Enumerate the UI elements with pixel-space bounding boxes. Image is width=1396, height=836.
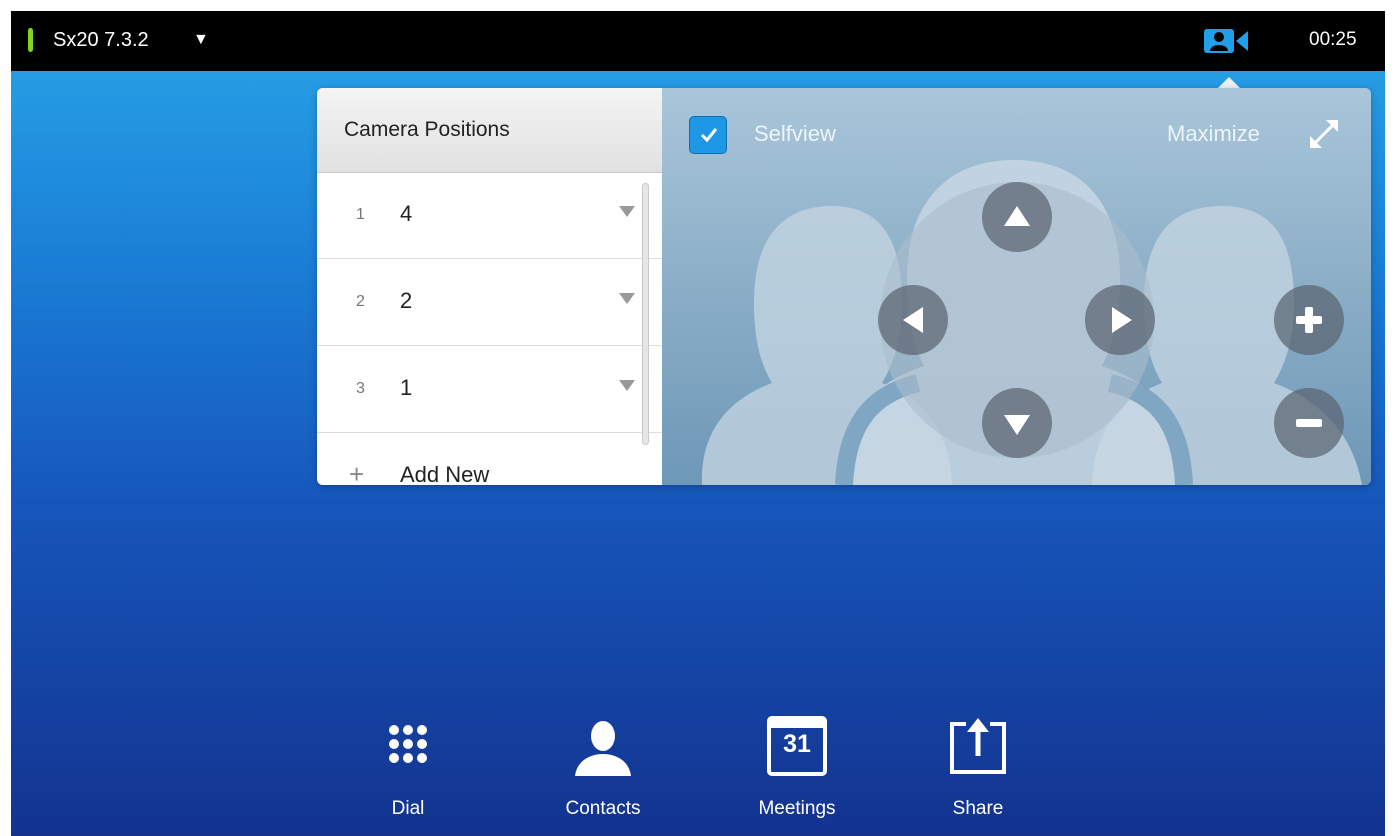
selfview-label[interactable]: Selfview: [754, 121, 836, 147]
up-arrow-icon: [1004, 206, 1030, 226]
preset-row-1[interactable]: 1 4: [317, 172, 662, 259]
dial-label: Dial: [391, 798, 425, 819]
zoom-out-button[interactable]: [1274, 388, 1344, 458]
pan-left-button[interactable]: [878, 285, 948, 355]
device-name[interactable]: Sx20 7.3.2: [53, 29, 149, 52]
maximize-icon[interactable]: [1304, 114, 1344, 154]
status-bar: Sx20 7.3.2 ▼ 00:25: [11, 11, 1385, 71]
contacts-label: Contacts: [565, 798, 641, 819]
share-icon: [950, 718, 1006, 774]
device-menu-caret-icon[interactable]: ▼: [193, 31, 209, 49]
preset-row-3[interactable]: 3 1: [317, 346, 662, 433]
preset-label[interactable]: 4: [400, 201, 412, 227]
preset-label[interactable]: 2: [400, 288, 412, 314]
camera-positions-header: Camera Positions: [317, 88, 662, 173]
meetings-button[interactable]: 31 Meetings: [737, 716, 857, 826]
plus-icon: [1296, 307, 1322, 333]
touch-screen: Sx20 7.3.2 ▼ 00:25 Camera Positions 1 4: [11, 11, 1385, 836]
preset-label[interactable]: 1: [400, 375, 412, 401]
camera-positions-title: Camera Positions: [344, 118, 510, 141]
plus-icon: +: [349, 459, 365, 485]
down-arrow-icon: [1004, 415, 1030, 435]
scrollbar[interactable]: [642, 183, 649, 445]
add-new-preset-button[interactable]: + Add New: [317, 432, 662, 485]
keypad-icon: [389, 725, 427, 763]
contacts-button[interactable]: Contacts: [543, 716, 663, 826]
clock: 00:25: [1309, 29, 1357, 50]
share-label: Share: [952, 798, 1004, 819]
calendar-day: 31: [783, 730, 811, 758]
chevron-down-icon[interactable]: [619, 380, 635, 391]
contact-person-icon: [575, 721, 631, 776]
preset-index: 2: [356, 293, 365, 310]
camera-control-icon[interactable]: [1202, 25, 1250, 57]
dial-button[interactable]: Dial: [348, 716, 468, 826]
camera-control-popup: Camera Positions 1 4 2 2 3 1 + Add New S…: [317, 88, 1371, 485]
left-arrow-icon: [903, 307, 923, 333]
selfview-pane: Selfview Maximize: [662, 88, 1371, 485]
right-arrow-icon: [1112, 307, 1132, 333]
pan-right-button[interactable]: [1085, 285, 1155, 355]
maximize-label[interactable]: Maximize: [1167, 121, 1260, 147]
preset-row-2[interactable]: 2 2: [317, 259, 662, 346]
meetings-label: Meetings: [758, 798, 836, 819]
add-new-label: Add New: [400, 462, 490, 485]
preset-index: 3: [356, 380, 365, 397]
popup-pointer: [1218, 77, 1240, 88]
minus-icon: [1296, 419, 1322, 427]
tilt-down-button[interactable]: [982, 388, 1052, 458]
checkmark-icon: [700, 128, 718, 143]
zoom-in-button[interactable]: [1274, 285, 1344, 355]
tilt-up-button[interactable]: [982, 182, 1052, 252]
camera-positions-pane: Camera Positions 1 4 2 2 3 1 + Add New: [317, 88, 662, 485]
selfview-checkbox[interactable]: [689, 116, 727, 154]
status-indicator: [28, 28, 33, 52]
chevron-down-icon[interactable]: [619, 293, 635, 304]
chevron-down-icon[interactable]: [619, 206, 635, 217]
share-button[interactable]: Share: [918, 716, 1038, 826]
preset-index: 1: [356, 206, 365, 223]
